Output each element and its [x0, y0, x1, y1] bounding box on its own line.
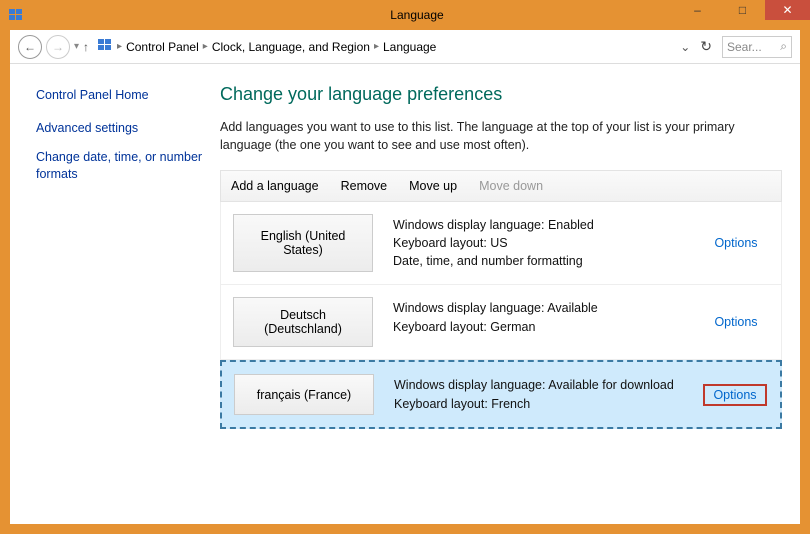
recent-dropdown-icon[interactable]: ▾ — [74, 41, 79, 52]
control-panel-home-link[interactable]: Control Panel Home — [36, 88, 208, 102]
page-description: Add languages you want to use to this li… — [220, 119, 740, 154]
nav-toolbar: ← → ▾ ↑ ▸ Control Panel ▸ Clock, Languag… — [10, 30, 800, 64]
language-info: Windows display language: Available for … — [386, 362, 690, 426]
breadcrumb-sep-icon: ▸ — [117, 41, 122, 52]
breadcrumb-control-panel[interactable]: Control Panel — [126, 40, 199, 54]
language-options-cell: Options — [690, 362, 780, 426]
minimize-button[interactable]: – — [675, 0, 720, 20]
language-info: Windows display language: AvailableKeybo… — [385, 285, 691, 359]
language-info-line: Keyboard layout: German — [393, 318, 683, 336]
language-info-line: Keyboard layout: US — [393, 234, 683, 252]
window-frame: Language – □ ✕ ← → ▾ ↑ ▸ Control Panel ▸… — [0, 0, 810, 534]
titlebar: Language – □ ✕ — [0, 0, 810, 30]
breadcrumb-dropdown-icon[interactable]: ⌄ — [680, 40, 690, 54]
remove-button[interactable]: Remove — [341, 179, 388, 193]
app-icon — [8, 7, 24, 23]
language-info-line: Date, time, and number formatting — [393, 252, 683, 270]
language-info-line: Windows display language: Enabled — [393, 216, 683, 234]
language-info-line: Windows display language: Available for … — [394, 376, 682, 394]
add-language-button[interactable]: Add a language — [231, 179, 319, 193]
search-input[interactable]: Sear... ⌕ — [722, 36, 792, 58]
language-row[interactable]: français (France) Windows display languag… — [220, 360, 782, 428]
options-link[interactable]: Options — [714, 236, 757, 250]
up-button[interactable]: ↑ — [83, 40, 89, 54]
language-info-line: Windows display language: Available — [393, 299, 683, 317]
breadcrumb-sep-icon: ▸ — [203, 41, 208, 52]
page-heading: Change your language preferences — [220, 84, 782, 105]
language-name-tile: Deutsch (Deutschland) — [233, 297, 373, 347]
language-list: English (United States)Windows display l… — [220, 202, 782, 429]
language-name-tile: français (France) — [234, 374, 374, 414]
location-icon — [97, 37, 113, 56]
options-link[interactable]: Options — [703, 384, 766, 406]
breadcrumb-sep-icon: ▸ — [374, 41, 379, 52]
back-button[interactable]: ← — [18, 35, 42, 59]
language-info: Windows display language: EnabledKeyboar… — [385, 202, 691, 284]
breadcrumb-clock-lang-region[interactable]: Clock, Language, and Region — [212, 40, 370, 54]
command-bar: Add a language Remove Move up Move down — [220, 170, 782, 202]
main-panel: Change your language preferences Add lan… — [220, 64, 800, 524]
language-info-line: Keyboard layout: French — [394, 395, 682, 413]
forward-button[interactable]: → — [46, 35, 70, 59]
search-placeholder: Sear... — [727, 40, 762, 54]
move-down-button[interactable]: Move down — [479, 179, 543, 193]
close-button[interactable]: ✕ — [765, 0, 810, 20]
sidebar-link-date-time-formats[interactable]: Change date, time, or number formats — [36, 149, 208, 183]
breadcrumb-language[interactable]: Language — [383, 40, 436, 54]
options-link[interactable]: Options — [714, 315, 757, 329]
maximize-button[interactable]: □ — [720, 0, 765, 20]
language-row[interactable]: Deutsch (Deutschland)Windows display lan… — [220, 285, 782, 360]
move-up-button[interactable]: Move up — [409, 179, 457, 193]
search-icon: ⌕ — [780, 39, 787, 54]
language-options-cell: Options — [691, 202, 781, 284]
language-options-cell: Options — [691, 285, 781, 359]
sidebar: Control Panel Home Advanced settings Cha… — [10, 64, 220, 524]
language-row[interactable]: English (United States)Windows display l… — [220, 202, 782, 285]
refresh-button[interactable]: ↻ — [700, 38, 712, 55]
sidebar-link-advanced-settings[interactable]: Advanced settings — [36, 120, 208, 137]
language-name-tile: English (United States) — [233, 214, 373, 272]
